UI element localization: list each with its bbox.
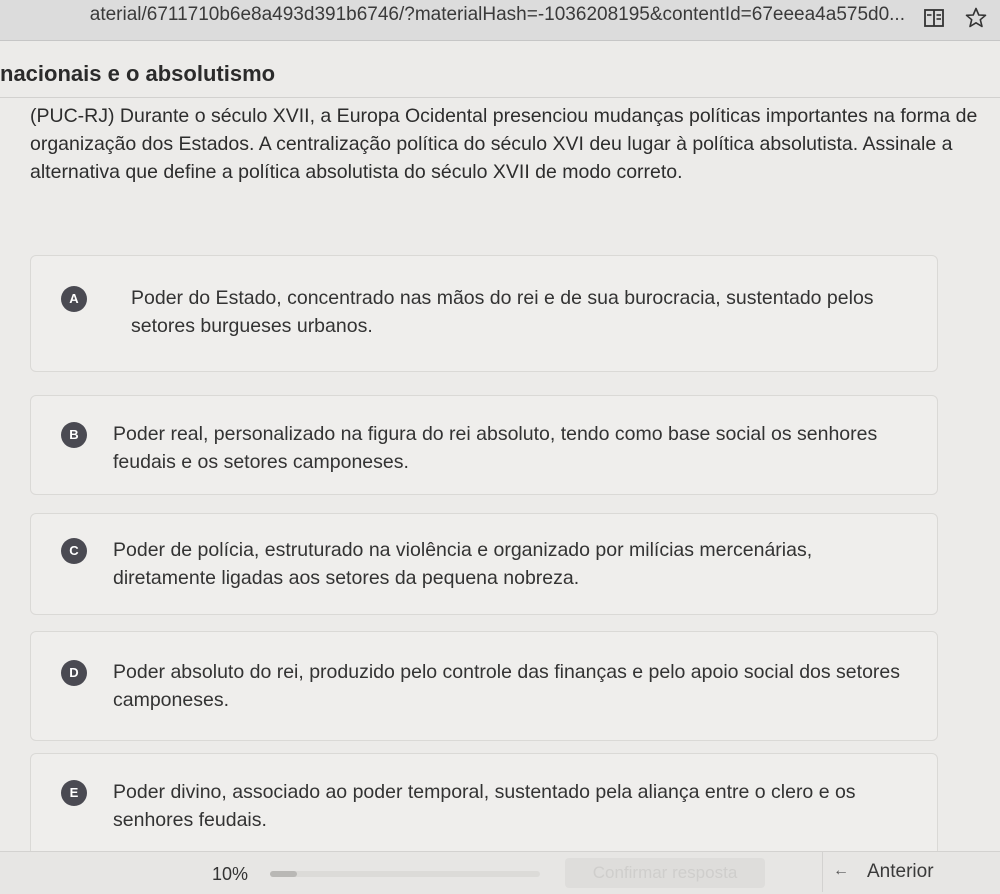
option-text: Poder real, personalizado na figura do r…	[113, 423, 878, 473]
option-letter-badge: C	[61, 538, 87, 564]
progress-bar	[270, 871, 540, 877]
url-text[interactable]: aterial/6711710b6e8a493d391b6746/?materi…	[0, 4, 905, 26]
option-letter-badge: D	[61, 660, 87, 686]
option-letter-badge: E	[61, 780, 87, 806]
reader-mode-icon[interactable]	[922, 6, 946, 30]
option-c[interactable]: C Poder de polícia, estruturado na violê…	[30, 513, 938, 615]
browser-address-bar[interactable]: aterial/6711710b6e8a493d391b6746/?materi…	[0, 0, 1000, 41]
confirm-answer-button[interactable]: Confirmar resposta	[565, 858, 765, 888]
page-content: nacionais e o absolutismo (PUC-RJ) Duran…	[0, 41, 1000, 894]
previous-button-label: Anterior	[867, 861, 934, 882]
option-e[interactable]: E Poder divino, associado ao poder tempo…	[30, 753, 938, 863]
option-text: Poder do Estado, concentrado nas mãos do…	[131, 287, 874, 337]
option-letter-badge: B	[61, 422, 87, 448]
option-b[interactable]: B Poder real, personalizado na figura do…	[30, 395, 938, 495]
bookmark-star-icon[interactable]	[964, 6, 988, 30]
option-text: Poder absoluto do rei, produzido pelo co…	[113, 661, 901, 711]
option-letter-badge: A	[61, 286, 87, 312]
arrow-left-icon: ←	[833, 862, 849, 879]
option-text: Poder divino, associado ao poder tempora…	[113, 781, 856, 831]
option-a[interactable]: A Poder do Estado, concentrado nas mãos …	[30, 255, 938, 372]
question-text: (PUC-RJ) Durante o século XVII, a Europa…	[30, 105, 978, 183]
previous-button[interactable]: ← Anterior	[822, 852, 971, 892]
lesson-title: nacionais e o absolutismo	[0, 61, 276, 86]
title-divider	[0, 97, 1000, 98]
option-d[interactable]: D Poder absoluto do rei, produzido pelo …	[30, 631, 938, 741]
option-text: Poder de polícia, estruturado na violênc…	[113, 539, 813, 589]
progress-percent: 10%	[212, 864, 249, 884]
progress-bar-fill	[270, 871, 297, 877]
question-footer: 10% Confirmar resposta ← Anterior	[0, 851, 1000, 894]
